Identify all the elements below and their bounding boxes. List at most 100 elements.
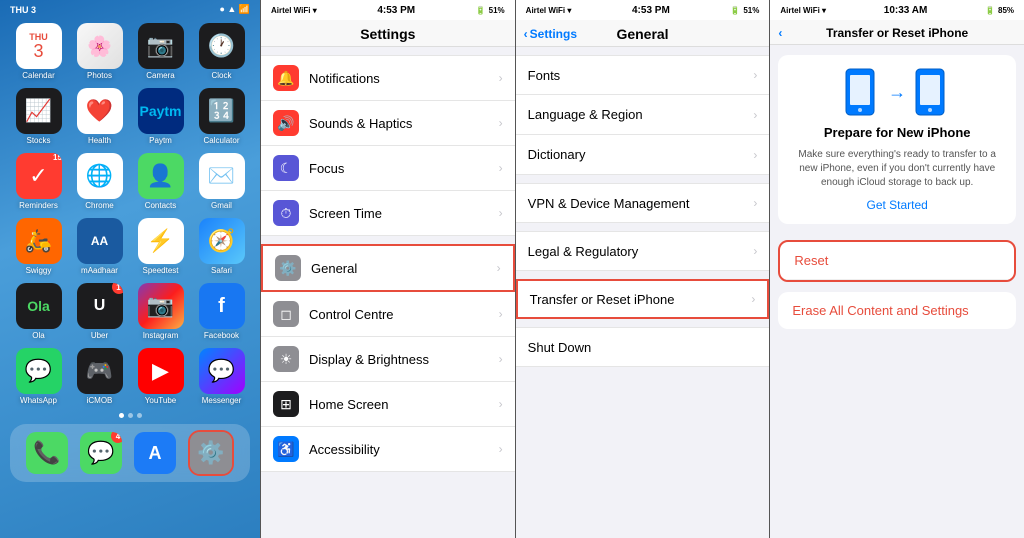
app-clock[interactable]: 🕐 Clock [195, 23, 248, 80]
dock-settings[interactable]: ⚙️ [188, 430, 234, 476]
settings-row-homescreen[interactable]: ⊞ Home Screen › [261, 382, 515, 427]
app-label-calendar: Calendar [22, 71, 54, 80]
app-whatsapp[interactable]: 💬 WhatsApp [12, 348, 65, 405]
back-button[interactable]: ‹ Settings [524, 27, 577, 41]
app-safari[interactable]: 🧭 Safari [195, 218, 248, 275]
reset-panel: Airtel WiFi ▾ 10:33 AM 🔋 85% ‹ Transfer … [769, 0, 1024, 538]
dock-phone[interactable]: 📞 [26, 432, 68, 474]
general-section4: Transfer or Reset iPhone › [516, 279, 770, 319]
prepare-phones-graphic: → [842, 67, 952, 117]
general-section3: Legal & Regulatory › [516, 231, 770, 271]
app-contacts[interactable]: 👤 Contacts [134, 153, 187, 210]
chevron-focus: › [499, 161, 503, 175]
app-calendar[interactable]: THU 3 Calendar [12, 23, 65, 80]
row-vpn[interactable]: VPN & Device Management › [516, 183, 770, 223]
general-label: General [311, 261, 487, 276]
transfer-label: Transfer or Reset iPhone [530, 292, 742, 307]
settings-row-notifications[interactable]: 🔔 Notifications › [261, 55, 515, 101]
dock-appstore[interactable]: A [134, 432, 176, 474]
app-label-stocks: Stocks [26, 136, 50, 145]
app-label-swiggy: Swiggy [26, 266, 52, 275]
chevron-screentime: › [499, 206, 503, 220]
dock-messages[interactable]: 💬 4 [80, 432, 122, 474]
home-screen-panel: THU 3 ● ▲ 📶 THU 3 Calendar 🌸 Photos 📷 Ca… [0, 0, 260, 538]
chevron-legal: › [753, 244, 757, 258]
chevron-controlcentre: › [499, 307, 503, 321]
row-language[interactable]: Language & Region › [516, 95, 770, 135]
transfer-arrow-icon: → [888, 82, 906, 103]
app-instagram[interactable]: 📷 Instagram [134, 283, 187, 340]
app-label-youtube: YouTube [145, 396, 176, 405]
chevron-fonts: › [753, 68, 757, 82]
general-list: Fonts › Language & Region › Dictionary ›… [516, 47, 770, 538]
chevron-transfer: › [751, 292, 755, 306]
app-label-photos: Photos [87, 71, 112, 80]
app-youtube[interactable]: ▶ YouTube [134, 348, 187, 405]
app-gmail[interactable]: ✉️ Gmail [195, 153, 248, 210]
accessibility-icon: ♿ [273, 436, 299, 462]
status-bar-reset: Airtel WiFi ▾ 10:33 AM 🔋 85% [770, 0, 1024, 20]
settings-row-general[interactable]: ⚙️ General › [261, 244, 515, 292]
legal-label: Legal & Regulatory [528, 244, 744, 259]
app-ola[interactable]: Ola Ola [12, 283, 65, 340]
row-legal[interactable]: Legal & Regulatory › [516, 231, 770, 271]
focus-icon: ☾ [273, 155, 299, 181]
settings-row-accessibility[interactable]: ♿ Accessibility › [261, 427, 515, 472]
chevron-sounds: › [499, 116, 503, 130]
app-maadhaar[interactable]: AA mAadhaar [73, 218, 126, 275]
settings-row-display[interactable]: ☀ Display & Brightness › [261, 337, 515, 382]
time-reset: 10:33 AM [884, 5, 928, 16]
app-icmob[interactable]: 🎮 iCMOB [73, 348, 126, 405]
row-shutdown[interactable]: Shut Down [516, 327, 770, 367]
chevron-display: › [499, 352, 503, 366]
settings-row-sounds[interactable]: 🔊 Sounds & Haptics › [261, 101, 515, 146]
row-dictionary[interactable]: Dictionary › [516, 135, 770, 175]
app-uber[interactable]: U 1 Uber [73, 283, 126, 340]
chevron-vpn: › [753, 196, 757, 210]
app-label-reminders: Reminders [19, 201, 58, 210]
app-paytm[interactable]: Paytm Paytm [134, 88, 187, 145]
general-section: Fonts › Language & Region › Dictionary › [516, 55, 770, 175]
app-label-health: Health [88, 136, 111, 145]
reset-row[interactable]: Reset [780, 242, 1014, 280]
app-calculator[interactable]: 🔢 Calculator [195, 88, 248, 145]
get-started-button[interactable]: Get Started [866, 198, 927, 212]
app-health[interactable]: ❤️ Health [73, 88, 126, 145]
app-label-clock: Clock [211, 71, 231, 80]
status-bar-home: THU 3 ● ▲ 📶 [0, 0, 260, 19]
app-reminders[interactable]: ✓ 15 Reminders [12, 153, 65, 210]
reset-title: Transfer or Reset iPhone [826, 26, 968, 40]
erase-row[interactable]: Erase All Content and Settings [778, 292, 1016, 329]
app-label-paytm: Paytm [149, 136, 172, 145]
app-label-facebook: Facebook [204, 331, 239, 340]
settings-row-focus[interactable]: ☾ Focus › [261, 146, 515, 191]
row-transfer[interactable]: Transfer or Reset iPhone › [516, 279, 770, 319]
home-date: THU 3 [10, 5, 36, 15]
settings-row-screentime[interactable]: ⏱ Screen Time › [261, 191, 515, 236]
general-section5: Shut Down [516, 327, 770, 367]
app-facebook[interactable]: f Facebook [195, 283, 248, 340]
battery-settings: 🔋 51% [476, 6, 505, 15]
app-swiggy[interactable]: 🛵 Swiggy [12, 218, 65, 275]
app-camera[interactable]: 📷 Camera [134, 23, 187, 80]
reset-nav-bar: ‹ Transfer or Reset iPhone [770, 20, 1024, 45]
settings-section-second: ⚙️ General › ◻ Control Centre › ☀ Displa… [261, 244, 515, 472]
app-photos[interactable]: 🌸 Photos [73, 23, 126, 80]
app-chrome[interactable]: 🌐 Chrome [73, 153, 126, 210]
dock: 📞 💬 4 A ⚙️ [10, 424, 250, 482]
reset-section: Reset [778, 240, 1016, 282]
time-general: 4:53 PM [632, 5, 670, 16]
fonts-label: Fonts [528, 68, 744, 83]
settings-row-controlcentre[interactable]: ◻ Control Centre › [261, 292, 515, 337]
back-label: Settings [530, 27, 577, 41]
status-bar-settings: Airtel WiFi ▾ 4:53 PM 🔋 51% [261, 0, 515, 20]
app-messenger[interactable]: 💬 Messenger [195, 348, 248, 405]
row-fonts[interactable]: Fonts › [516, 55, 770, 95]
app-label-whatsapp: WhatsApp [20, 396, 57, 405]
settings-title: Settings [360, 26, 415, 42]
battery-reset: 🔋 85% [985, 6, 1014, 15]
back-button-reset[interactable]: ‹ [778, 26, 782, 40]
app-speedtest[interactable]: ⚡ Speedtest [134, 218, 187, 275]
app-stocks[interactable]: 📈 Stocks [12, 88, 65, 145]
app-label-speedtest: Speedtest [142, 266, 178, 275]
